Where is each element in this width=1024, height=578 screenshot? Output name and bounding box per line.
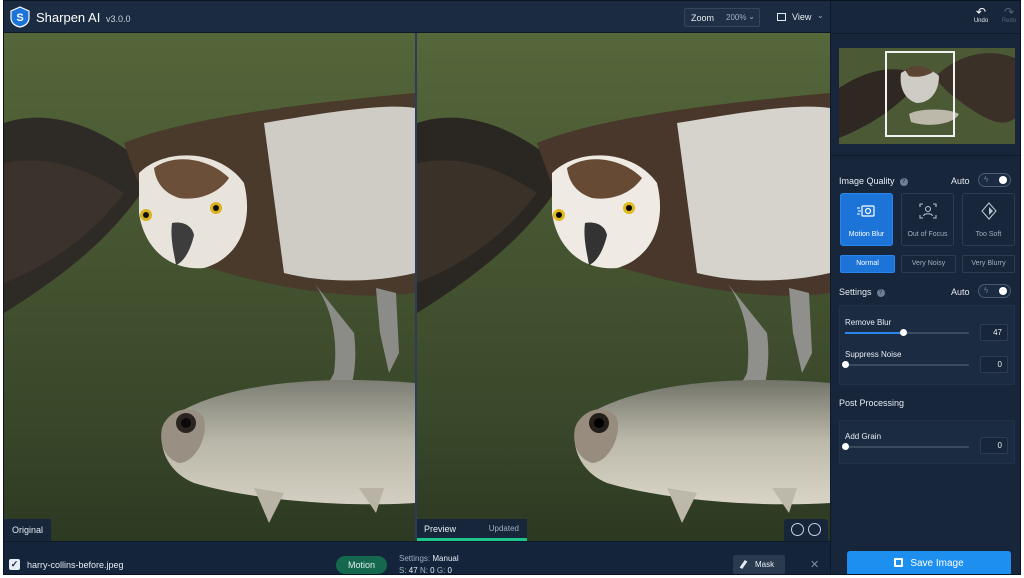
model-motion-blur[interactable]: Motion Blur — [840, 193, 893, 246]
app-window: S Sharpen AI v3.0.0 Zoom 200% ⌄ View ⌄ O… — [3, 0, 1021, 575]
model-label: Motion Blur — [848, 231, 885, 238]
sharpen-logo-icon: S — [10, 6, 30, 28]
svg-text:S: S — [16, 12, 23, 24]
redo-label: Redo — [1001, 18, 1017, 24]
view-layout-icon — [777, 13, 786, 21]
model-too-soft[interactable]: Too Soft — [962, 193, 1015, 246]
top-toolbar: S Sharpen AI v3.0.0 Zoom 200% ⌄ View ⌄ — [4, 1, 830, 33]
app-title: Sharpen AI v3.0.0 — [36, 10, 131, 25]
preview-image-pane[interactable]: Preview Updated — [417, 33, 830, 541]
undo-icon: ↶ — [975, 5, 987, 19]
remove-blur-handle[interactable] — [900, 329, 908, 336]
original-image — [4, 33, 415, 541]
bolt-icon: ϟ — [984, 175, 989, 184]
chevron-down-icon: ⌄ — [748, 12, 755, 21]
chevron-down-icon: ⌄ — [817, 11, 824, 20]
bolt-icon: ϟ — [984, 286, 989, 295]
post-processing-sliders: Add Grain 0 — [839, 420, 1015, 464]
app-version: v3.0.0 — [105, 14, 131, 24]
preview-label: Preview Updated — [417, 519, 527, 541]
undo-label: Undo — [973, 18, 989, 24]
variant-very-blurry[interactable]: Very Blurry — [962, 255, 1015, 273]
save-icon — [894, 558, 904, 567]
panel-divider — [831, 155, 1020, 156]
smile-icon — [791, 523, 804, 536]
settings-auto-label: Auto — [951, 287, 970, 297]
motion-blur-icon — [856, 205, 875, 217]
model-out-of-focus[interactable]: Out of Focus — [901, 193, 954, 246]
neutral-face-icon — [808, 523, 821, 536]
viewport-frame[interactable] — [885, 51, 955, 137]
suppress-noise-slider[interactable] — [842, 361, 969, 368]
zoom-dropdown[interactable]: Zoom 200% ⌄ — [684, 8, 760, 27]
settings-sliders: Remove Blur 47 Suppress Noise 0 — [839, 305, 1015, 385]
too-soft-icon — [980, 202, 997, 220]
variant-normal[interactable]: Normal — [840, 255, 895, 273]
original-image-pane[interactable]: Original — [4, 33, 415, 541]
view-dropdown[interactable]: View ⌄ — [772, 8, 828, 27]
close-icon[interactable]: ✕ — [810, 558, 819, 571]
redo-icon: ↷ — [1003, 5, 1015, 19]
out-of-focus-icon — [918, 203, 937, 219]
preview-status: Updated — [488, 524, 519, 533]
toggle-knob — [999, 287, 1007, 295]
redo-button[interactable]: ↷ Redo — [997, 5, 1020, 28]
panel-divider — [831, 33, 1020, 34]
file-checkbox[interactable]: ✓ — [9, 559, 20, 570]
settings-auto-toggle[interactable]: ϟ — [978, 284, 1011, 298]
add-grain-label: Add Grain — [845, 432, 882, 441]
model-label: Too Soft — [975, 231, 1002, 238]
preview-title: Preview — [424, 524, 457, 534]
suppress-noise-value[interactable]: 0 — [980, 356, 1008, 373]
mask-label: Mask — [755, 560, 775, 569]
model-label: Out of Focus — [907, 231, 948, 238]
undo-button[interactable]: ↶ Undo — [969, 6, 993, 28]
settings-summary: Settings: Manual S: 47 N: 0 G: 0 — [399, 554, 459, 575]
toggle-knob — [999, 176, 1007, 184]
post-processing-heading: Post Processing — [839, 398, 905, 408]
mask-button[interactable]: Mask — [733, 555, 785, 574]
add-grain-handle[interactable] — [842, 443, 849, 450]
remove-blur-slider[interactable] — [845, 329, 969, 336]
save-image-button[interactable]: Save Image — [847, 551, 1011, 574]
save-label: Save Image — [910, 558, 964, 569]
mode-badge: Motion — [336, 556, 387, 574]
compare-button[interactable] — [784, 519, 828, 541]
original-label: Original — [4, 519, 52, 541]
navigator-thumbnail[interactable] — [839, 48, 1015, 144]
bottom-bar: ✓ harry-collins-before.jpeg Motion Setti… — [4, 541, 830, 575]
image-quality-auto-label: Auto — [951, 176, 970, 186]
add-grain-slider[interactable] — [842, 443, 969, 450]
preview-image — [417, 33, 830, 541]
zoom-value: 200% — [726, 13, 747, 22]
help-icon[interactable]: ? — [899, 177, 908, 186]
view-label: View — [792, 12, 812, 22]
remove-blur-fill — [845, 332, 904, 334]
settings-heading: Settings? — [839, 287, 885, 297]
add-grain-value[interactable]: 0 — [980, 437, 1008, 454]
image-quality-heading: Image Quality? — [839, 176, 908, 186]
suppress-noise-label: Suppress Noise — [845, 350, 902, 359]
remove-blur-value[interactable]: 47 — [980, 324, 1008, 341]
remove-blur-label: Remove Blur — [845, 318, 892, 327]
zoom-label: Zoom — [691, 13, 715, 23]
right-panel: ↶ Undo ↷ Redo Image Quality? Auto ϟ Moti… — [830, 1, 1020, 574]
suppress-noise-handle[interactable] — [842, 361, 849, 368]
filename: harry-collins-before.jpeg — [27, 560, 124, 570]
image-quality-auto-toggle[interactable]: ϟ — [978, 173, 1011, 187]
brush-icon — [739, 559, 748, 570]
help-icon[interactable]: ? — [876, 288, 885, 297]
variant-very-noisy[interactable]: Very Noisy — [901, 255, 956, 273]
